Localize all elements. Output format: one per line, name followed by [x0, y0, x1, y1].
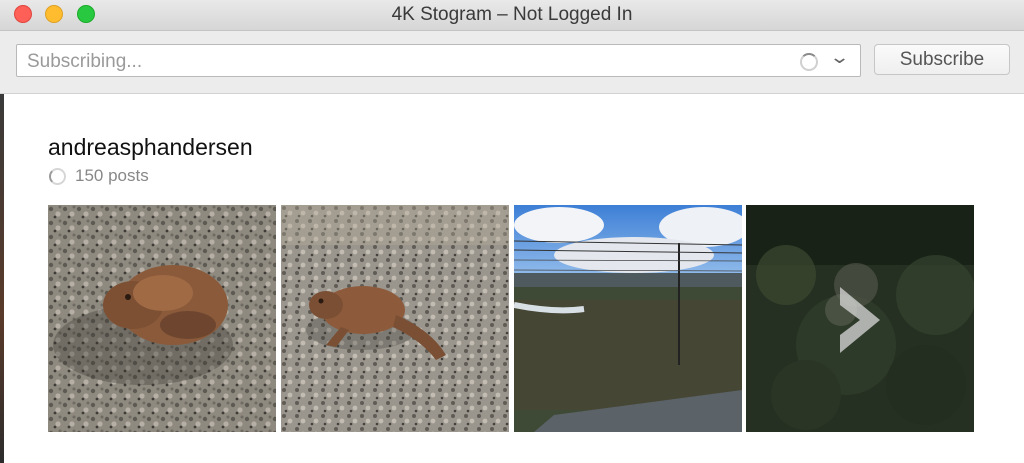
spinner-icon — [800, 53, 818, 71]
background-window-edge — [0, 94, 4, 463]
subscribe-input[interactable] — [25, 49, 789, 75]
post-thumbnail[interactable] — [48, 205, 276, 432]
account-name[interactable]: andreasphandersen — [48, 134, 253, 161]
posts-count: 150 posts — [75, 166, 149, 185]
subscribe-url-field[interactable]: ⌄ — [16, 44, 861, 77]
toolbar: ⌄ Subscribe — [0, 31, 1024, 94]
chevron-down-icon[interactable]: ⌄ — [829, 47, 850, 68]
spinner-icon — [49, 168, 66, 185]
post-thumbnail[interactable] — [514, 205, 742, 432]
subscribe-button[interactable]: Subscribe — [874, 44, 1010, 75]
chevron-right-icon[interactable] — [836, 283, 884, 357]
window-title: 4K Stogram – Not Logged In — [391, 4, 633, 25]
app-window: 4K Stogram – Not Logged In ⌄ Subscribe a… — [0, 0, 1024, 463]
title-bar[interactable]: 4K Stogram – Not Logged In — [0, 0, 1024, 31]
post-thumbnail[interactable] — [281, 205, 509, 432]
